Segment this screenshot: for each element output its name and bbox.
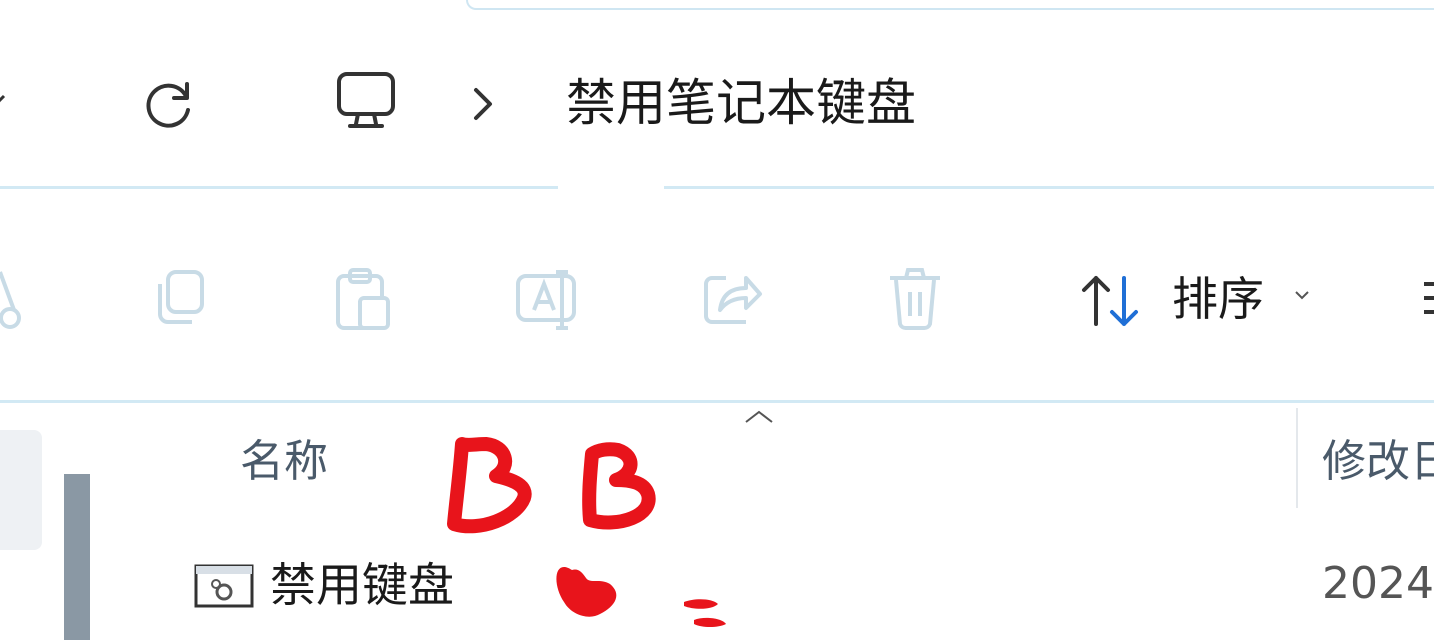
column-divider[interactable] bbox=[1296, 408, 1298, 508]
breadcrumb-separator-icon bbox=[468, 84, 498, 124]
share-icon[interactable] bbox=[702, 270, 764, 328]
breadcrumb-current[interactable]: 禁用笔记本键盘 bbox=[566, 78, 916, 128]
sort-icon[interactable] bbox=[1080, 272, 1144, 330]
address-separator-right bbox=[664, 186, 1434, 189]
title-strip bbox=[466, 0, 1434, 10]
file-name[interactable]: 禁用键盘 bbox=[270, 562, 454, 608]
view-menu-icon[interactable] bbox=[1424, 278, 1434, 320]
file-modified-date[interactable]: 2024 bbox=[1322, 562, 1434, 606]
column-header-name[interactable]: 名称 bbox=[240, 440, 328, 484]
toolbar-separator bbox=[0, 400, 1434, 403]
computer-icon[interactable] bbox=[334, 70, 398, 132]
rename-icon[interactable] bbox=[514, 270, 580, 330]
chevron-up-icon[interactable] bbox=[0, 86, 20, 116]
paste-icon[interactable] bbox=[334, 266, 394, 332]
refresh-icon[interactable] bbox=[138, 74, 200, 136]
sort-ascending-icon[interactable] bbox=[744, 408, 774, 426]
registry-file-icon bbox=[194, 564, 254, 608]
delete-icon[interactable] bbox=[886, 266, 944, 332]
copy-icon[interactable] bbox=[150, 268, 210, 328]
cut-icon[interactable] bbox=[0, 262, 26, 332]
sort-label[interactable]: 排序 bbox=[1172, 276, 1264, 322]
nav-scrollbar[interactable] bbox=[64, 474, 90, 640]
nav-pane-selected-item[interactable] bbox=[0, 430, 42, 550]
address-separator-left bbox=[0, 186, 558, 189]
red-scribble-annotation bbox=[440, 432, 740, 640]
chevron-down-icon[interactable] bbox=[1292, 288, 1312, 304]
column-header-modified[interactable]: 修改日 bbox=[1322, 440, 1434, 484]
